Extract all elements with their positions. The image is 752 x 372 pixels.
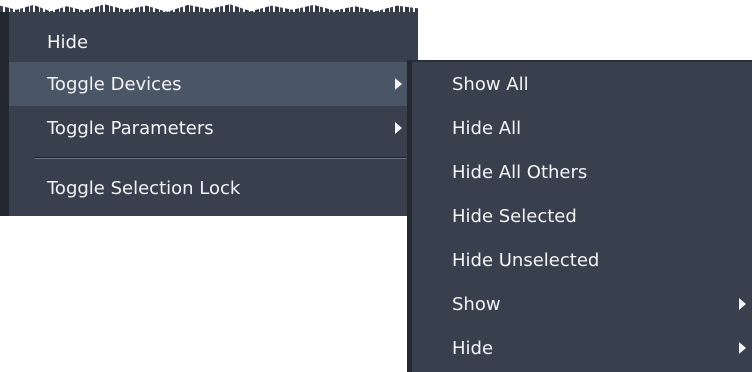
menu-item-toggle-devices[interactable]: Toggle Devices xyxy=(9,62,418,106)
submenu-item-hide-all-others[interactable]: Hide All Others xyxy=(412,150,752,194)
menu-item-toggle-selection-lock[interactable]: Toggle Selection Lock xyxy=(9,166,418,210)
menu-item-label: Hide Selected xyxy=(452,205,577,227)
submenu-arrow-icon xyxy=(395,122,402,134)
menu-item-hide[interactable]: Hide xyxy=(9,20,418,64)
screen: Hide Toggle Devices Toggle Parameters To… xyxy=(0,0,752,372)
menu-item-label: Show All xyxy=(452,73,529,95)
menu-item-label: Hide All xyxy=(452,117,522,139)
menu-item-label: Hide All Others xyxy=(452,161,588,183)
submenu-arrow-icon xyxy=(739,298,746,310)
menu-separator xyxy=(35,157,412,159)
submenu-item-hide-all[interactable]: Hide All xyxy=(412,106,752,150)
menu-item-toggle-parameters[interactable]: Toggle Parameters xyxy=(9,106,418,150)
menu-item-label: Show xyxy=(452,293,501,315)
submenu-item-hide-unselected[interactable]: Hide Unselected xyxy=(412,238,752,282)
submenu-arrow-icon xyxy=(739,342,746,354)
submenu-item-hide[interactable]: Hide xyxy=(412,326,752,370)
menu-item-label: Toggle Selection Lock xyxy=(47,177,241,199)
toggle-devices-submenu: Show All Hide All Hide All Others Hide S… xyxy=(407,60,752,372)
menu-item-label: Toggle Devices xyxy=(47,73,182,95)
submenu-item-hide-selected[interactable]: Hide Selected xyxy=(412,194,752,238)
menu-item-label: Hide xyxy=(47,31,89,53)
menu-item-label: Hide Unselected xyxy=(452,249,600,271)
menu-item-label: Toggle Parameters xyxy=(47,117,214,139)
menu-item-label: Hide xyxy=(452,337,494,359)
submenu-item-show-all[interactable]: Show All xyxy=(412,62,752,106)
context-menu: Hide Toggle Devices Toggle Parameters To… xyxy=(0,12,418,216)
submenu-arrow-icon xyxy=(395,78,402,90)
submenu-item-show[interactable]: Show xyxy=(412,282,752,326)
